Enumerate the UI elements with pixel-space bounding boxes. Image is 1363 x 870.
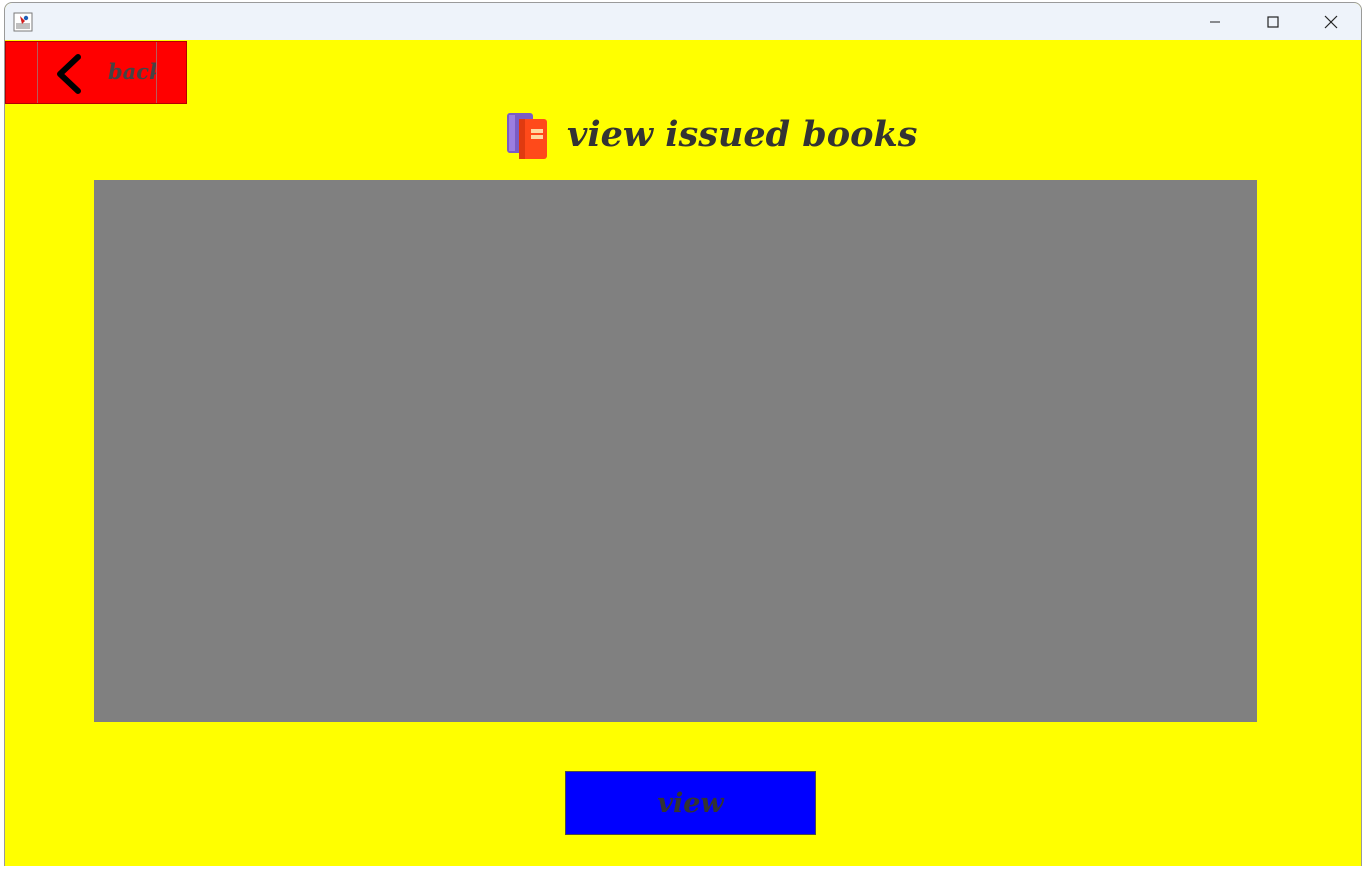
close-button[interactable] xyxy=(1302,3,1360,40)
minimize-icon xyxy=(1210,21,1220,22)
java-app-icon xyxy=(13,12,33,32)
desktop-bottom-strip xyxy=(0,866,1363,870)
back-button-label: back xyxy=(108,59,156,84)
maximize-button[interactable] xyxy=(1244,3,1302,40)
close-icon xyxy=(1324,15,1338,28)
back-button-divider-left xyxy=(37,42,38,103)
window-titlebar[interactable] xyxy=(5,3,1361,40)
page-header: view issued books xyxy=(505,104,917,164)
minimize-button[interactable] xyxy=(1186,3,1244,40)
back-button-divider-right xyxy=(156,42,157,103)
books-icon xyxy=(507,113,547,159)
maximize-icon xyxy=(1267,15,1279,28)
app-window: back view issued books view xyxy=(4,2,1362,868)
view-button-label: view xyxy=(657,787,724,819)
main-panel: back view issued books view xyxy=(5,40,1361,867)
issued-books-table[interactable] xyxy=(94,180,1257,722)
page-title: view issued books xyxy=(567,113,918,155)
chevron-left-icon xyxy=(57,54,81,94)
back-button[interactable]: back xyxy=(5,41,187,104)
view-button[interactable]: view xyxy=(565,771,816,835)
